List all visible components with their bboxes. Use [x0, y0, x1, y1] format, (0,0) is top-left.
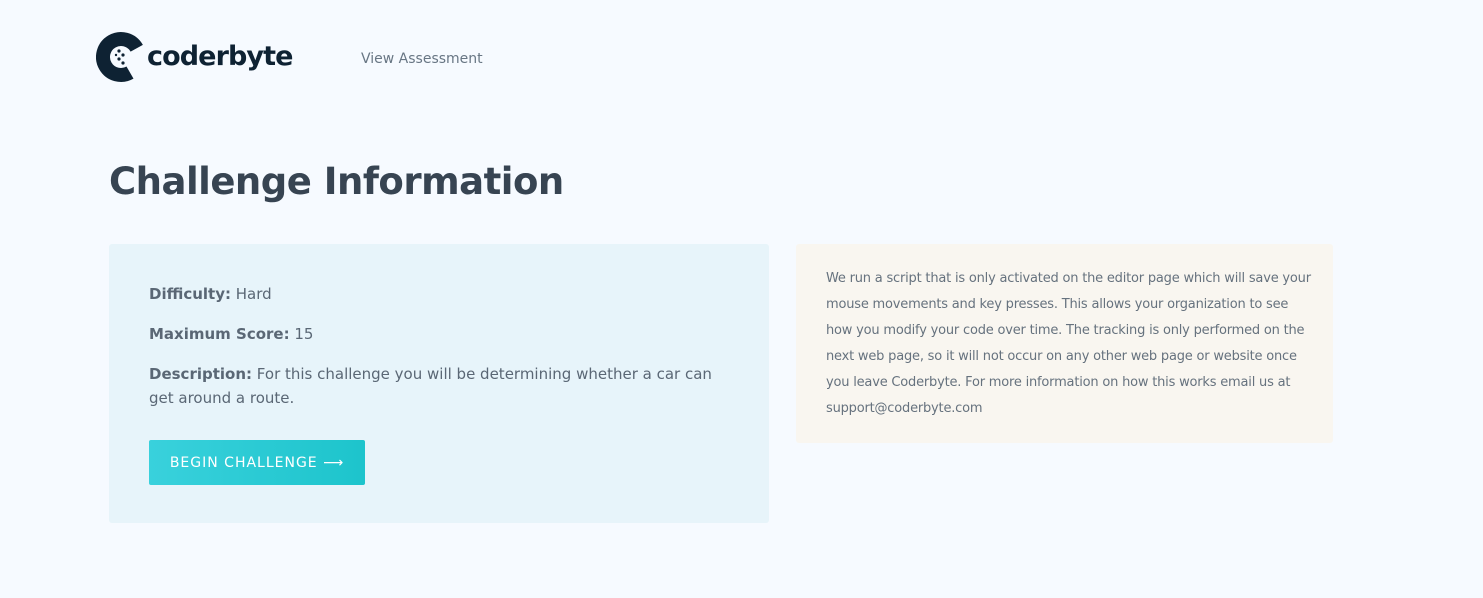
challenge-info-card: Difficulty: Hard Maximum Score: 15 Descr…	[109, 244, 769, 523]
page-title: Challenge Information	[109, 160, 564, 203]
difficulty-value: Hard	[235, 285, 272, 303]
view-assessment-link[interactable]: View Assessment	[361, 51, 483, 67]
description-row: Description: For this challenge you will…	[149, 362, 729, 410]
logo-wordmark: coderbyte	[147, 40, 293, 72]
max-score-label: Maximum Score:	[149, 325, 290, 343]
max-score-row: Maximum Score: 15	[149, 322, 729, 346]
description-label: Description:	[149, 365, 253, 383]
coderbyte-logo[interactable]: coderbyte	[96, 31, 293, 83]
difficulty-label: Difficulty:	[149, 285, 231, 303]
begin-challenge-button[interactable]: BEGIN CHALLENGE ⟶	[149, 440, 365, 485]
page: coderbyte View Assessment Challenge Info…	[0, 0, 1483, 598]
tracking-notice-card: We run a script that is only activated o…	[796, 244, 1333, 443]
coderbyte-logo-icon	[96, 32, 146, 82]
tracking-notice-text: We run a script that is only activated o…	[826, 271, 1311, 416]
max-score-value: 15	[294, 325, 314, 343]
difficulty-row: Difficulty: Hard	[149, 282, 729, 306]
